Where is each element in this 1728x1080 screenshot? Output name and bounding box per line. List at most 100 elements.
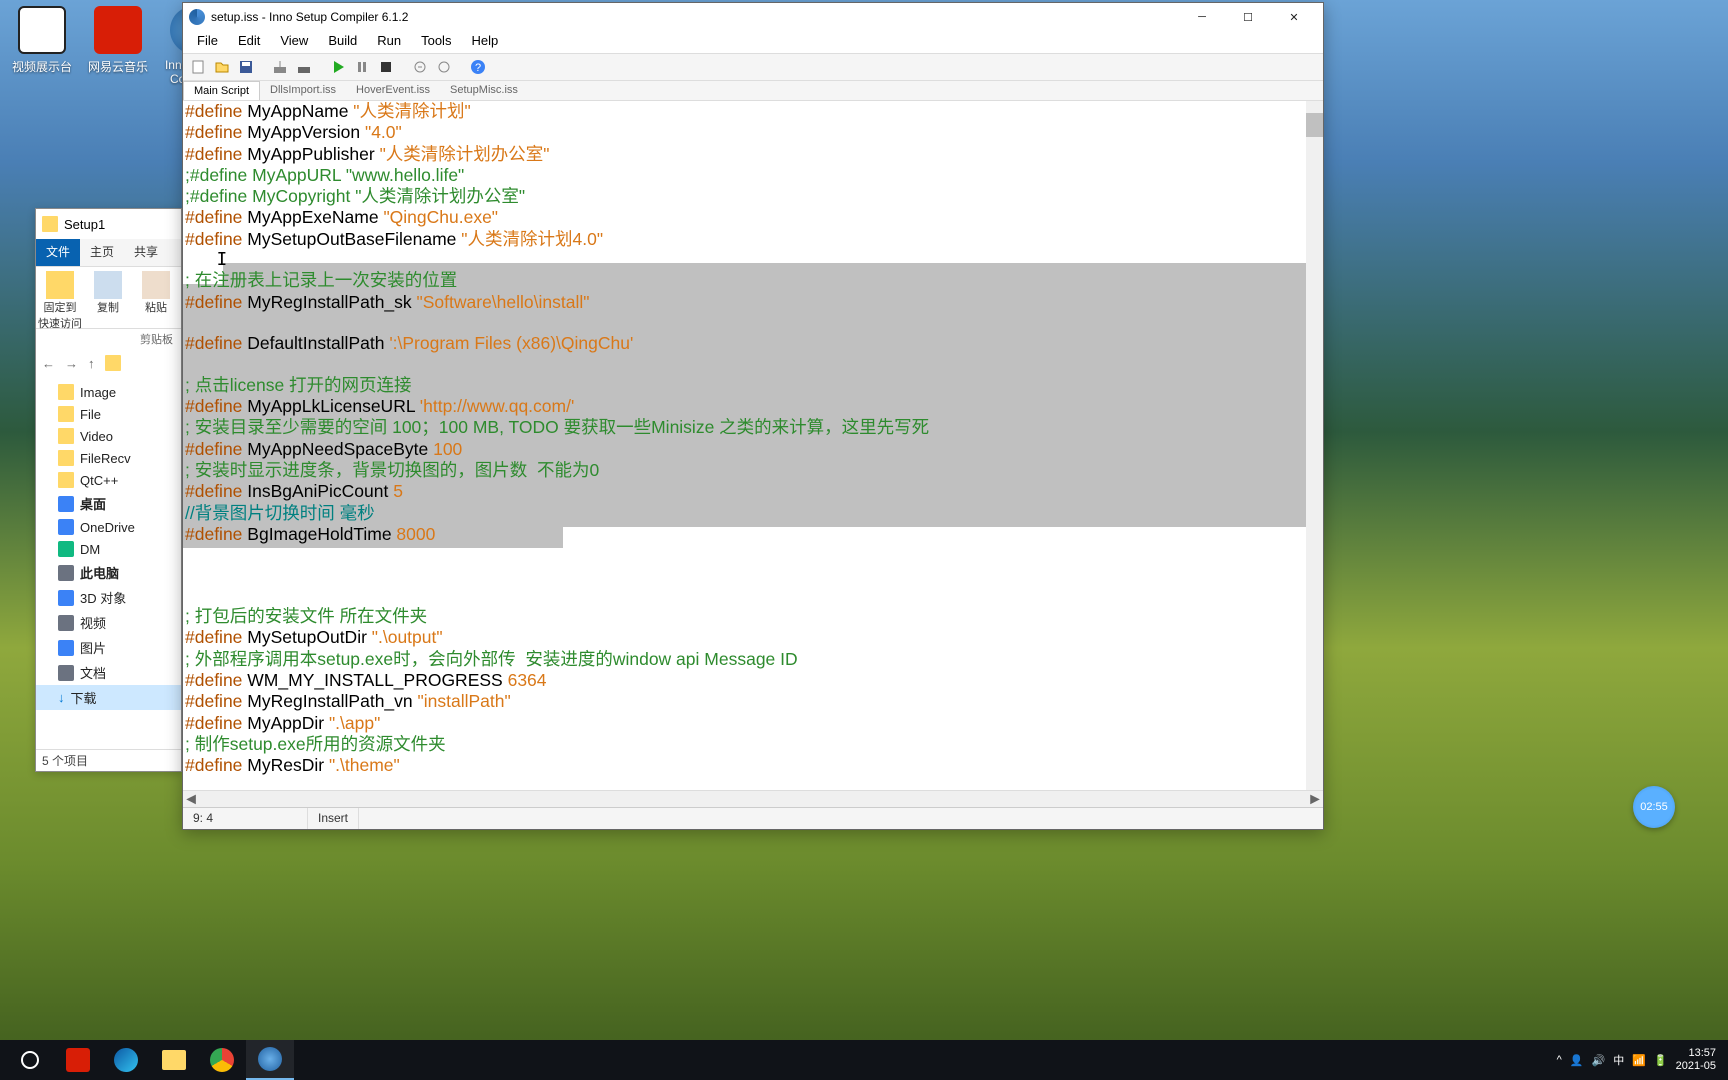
gray-icon: [58, 665, 74, 681]
maximize-button[interactable]: ☐: [1225, 3, 1271, 31]
nav-back-icon[interactable]: ←: [42, 356, 55, 371]
start-button[interactable]: [6, 1040, 54, 1080]
tree-item[interactable]: DM: [36, 538, 181, 560]
menu-tools[interactable]: Tools: [411, 31, 461, 53]
tool-pin[interactable]: 固定到 快速访问: [36, 267, 84, 328]
app-icon: [189, 9, 205, 25]
tree-item-label: 视频: [80, 613, 106, 632]
run-icon[interactable]: [327, 56, 349, 78]
tree-item-label: 文档: [80, 663, 106, 682]
tree-item[interactable]: 图片: [36, 635, 181, 660]
menu-file[interactable]: File: [187, 31, 228, 53]
tree-item[interactable]: 视频: [36, 610, 181, 635]
tree-item-label: FileRecv: [80, 451, 131, 466]
close-button[interactable]: ✕: [1271, 3, 1317, 31]
tree-item[interactable]: QtC++: [36, 469, 181, 491]
folder-icon: [58, 472, 74, 488]
horizontal-scrollbar[interactable]: ◄►: [183, 790, 1323, 807]
save-icon[interactable]: [235, 56, 257, 78]
step2-icon[interactable]: [433, 56, 455, 78]
code-editor[interactable]: #define MyAppName "人类清除计划" #define MyApp…: [183, 101, 1323, 790]
vertical-scrollbar[interactable]: [1306, 101, 1323, 790]
tool-paste[interactable]: 粘贴: [132, 267, 180, 328]
tree-item-label: QtC++: [80, 473, 118, 488]
menu-run[interactable]: Run: [367, 31, 411, 53]
folder-icon: [58, 450, 74, 466]
script-tab[interactable]: SetupMisc.iss: [440, 81, 528, 100]
explorer-ribbon: 文件 主页 共享: [36, 239, 181, 267]
explorer-nav[interactable]: ← → ↑: [36, 349, 181, 377]
ribbon-tab-share[interactable]: 共享: [124, 239, 168, 266]
tree-item-label: OneDrive: [80, 520, 135, 535]
tree-item[interactable]: 此电脑: [36, 560, 181, 585]
tree-item[interactable]: Image: [36, 381, 181, 403]
taskbar-explorer[interactable]: [150, 1040, 198, 1080]
menu-help[interactable]: Help: [461, 31, 508, 53]
tray-lang-icon[interactable]: 中: [1613, 1052, 1624, 1068]
floating-timer[interactable]: 02:55: [1633, 786, 1675, 828]
taskbar: ^ 👤 🔊 中 📶 🔋 13:572021-05: [0, 1040, 1728, 1080]
taskbar-edge[interactable]: [102, 1040, 150, 1080]
nav-fwd-icon[interactable]: →: [65, 356, 78, 371]
taskbar-tray[interactable]: ^ 👤 🔊 中 📶 🔋 13:572021-05: [1557, 1047, 1722, 1073]
inno-titlebar[interactable]: setup.iss - Inno Setup Compiler 6.1.2 ─ …: [183, 3, 1323, 31]
menu-edit[interactable]: Edit: [228, 31, 270, 53]
tool-copy[interactable]: 复制: [84, 267, 132, 328]
explorer-titlebar[interactable]: Setup1: [36, 209, 181, 239]
taskbar-chrome[interactable]: [198, 1040, 246, 1080]
open-icon[interactable]: [211, 56, 233, 78]
tree-item[interactable]: File: [36, 403, 181, 425]
desktop-icon-netease[interactable]: 网易云音乐: [82, 6, 154, 75]
tree-item-label: 下载: [71, 688, 97, 707]
tray-wifi-icon[interactable]: 📶: [1632, 1054, 1646, 1067]
new-icon[interactable]: [187, 56, 209, 78]
tree-item[interactable]: 3D 对象: [36, 585, 181, 610]
script-tab[interactable]: HoverEvent.iss: [346, 81, 440, 100]
status-mode: Insert: [308, 808, 359, 829]
tree-item[interactable]: 文档: [36, 660, 181, 685]
tree-item[interactable]: 桌面: [36, 491, 181, 516]
compile2-icon[interactable]: [293, 56, 315, 78]
taskbar-inno[interactable]: [246, 1040, 294, 1080]
arrow-icon: ↓: [58, 690, 65, 705]
tree-item[interactable]: ↓ 下载: [36, 685, 181, 710]
taskbar-clock[interactable]: 13:572021-05: [1676, 1047, 1722, 1073]
explorer-tree: ImageFileVideo FileRecv QtC++ 桌面 OneDrive DM此…: [36, 377, 181, 714]
script-tab[interactable]: DllsImport.iss: [260, 81, 346, 100]
script-tab[interactable]: Main Script: [183, 81, 260, 100]
statusbar: 9: 4 Insert: [183, 807, 1323, 829]
green-icon: [58, 541, 74, 557]
ribbon-tab-file[interactable]: 文件: [36, 239, 80, 266]
folder-icon: [58, 384, 74, 400]
folder-icon: [42, 216, 58, 232]
tree-item[interactable]: Video: [36, 425, 181, 447]
pause-icon[interactable]: [351, 56, 373, 78]
compile-icon[interactable]: [269, 56, 291, 78]
folder-icon: [58, 428, 74, 444]
ribbon-tab-home[interactable]: 主页: [80, 239, 124, 266]
taskbar-app1[interactable]: [54, 1040, 102, 1080]
menu-build[interactable]: Build: [318, 31, 367, 53]
tray-up-icon[interactable]: ^: [1557, 1054, 1562, 1066]
tree-item[interactable]: OneDrive: [36, 516, 181, 538]
stop-icon[interactable]: [375, 56, 397, 78]
inno-window: setup.iss - Inno Setup Compiler 6.1.2 ─ …: [182, 2, 1324, 830]
explorer-window: Setup1 文件 主页 共享 固定到 快速访问 复制 粘贴 剪贴板 ← → ↑…: [35, 208, 182, 772]
ribbon-group-label: 剪贴板: [36, 329, 181, 349]
blue-icon: [58, 640, 74, 656]
nav-up-icon[interactable]: ↑: [88, 356, 95, 371]
menu-view[interactable]: View: [270, 31, 318, 53]
minimize-button[interactable]: ─: [1179, 3, 1225, 31]
tray-people-icon[interactable]: 👤: [1570, 1054, 1584, 1067]
tree-item-label: 桌面: [80, 494, 106, 513]
menubar: FileEditViewBuildRunToolsHelp: [183, 31, 1323, 53]
desktop-icon-video[interactable]: 视频展示台: [6, 6, 78, 75]
tray-sound-icon[interactable]: 🔊: [1592, 1054, 1606, 1067]
svg-text:?: ?: [475, 62, 481, 74]
step-icon[interactable]: [409, 56, 431, 78]
tree-item-label: 图片: [80, 638, 106, 657]
explorer-title: Setup1: [64, 217, 105, 232]
tree-item[interactable]: FileRecv: [36, 447, 181, 469]
tray-battery-icon[interactable]: 🔋: [1654, 1054, 1668, 1067]
help-icon[interactable]: ?: [467, 56, 489, 78]
